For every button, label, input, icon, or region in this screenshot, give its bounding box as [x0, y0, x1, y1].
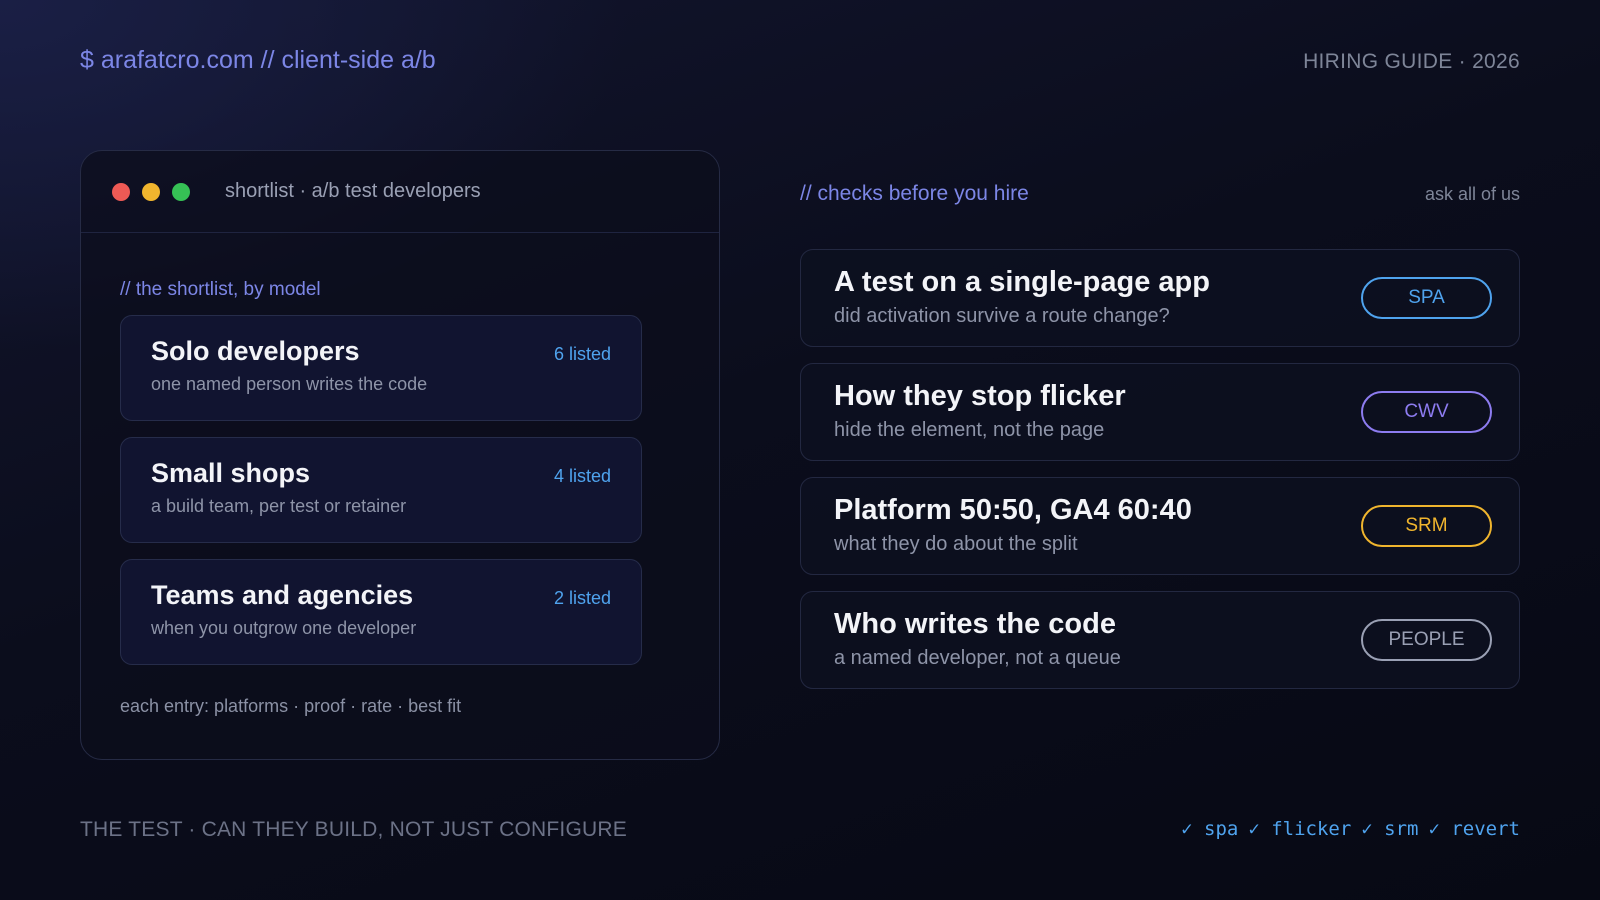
check-card-split[interactable]: Platform 50:50, GA4 60:40 what they do a…	[800, 477, 1520, 575]
check-card-flicker[interactable]: How they stop flicker hide the element, …	[800, 363, 1520, 461]
check-title: Who writes the code	[834, 608, 1116, 640]
model-subtitle: one named person writes the code	[151, 374, 428, 394]
tag-pill-srm[interactable]: SRM	[1361, 505, 1492, 547]
shortlist-window: shortlist · a/b test developers // the s…	[80, 150, 720, 760]
tag-pill-people[interactable]: PEOPLE	[1361, 619, 1492, 661]
checks-section-label: // checks before you hire	[800, 182, 1029, 205]
check-subtitle: hide the element, not the page	[834, 419, 1105, 441]
check-item-srm: ✓ srm	[1361, 818, 1419, 840]
tag-pill-cwv[interactable]: CWV	[1361, 391, 1492, 433]
check-subtitle: what they do about the split	[834, 533, 1078, 555]
check-title: Platform 50:50, GA4 60:40	[834, 494, 1192, 526]
tag-pill-spa[interactable]: SPA	[1361, 277, 1492, 319]
check-title: How they stop flicker	[834, 380, 1126, 412]
check-item-flicker: ✓ flicker	[1248, 818, 1352, 840]
check-item-revert: ✓ revert	[1428, 818, 1520, 840]
minimize-dot-icon[interactable]	[142, 182, 160, 201]
model-title: Solo developers	[151, 336, 360, 366]
guide-label: HIRING GUIDE · 2026	[1303, 50, 1520, 73]
model-count-link[interactable]: 6 listed	[554, 344, 611, 365]
entry-fields-note: each entry: platforms · proof · rate · b…	[120, 696, 462, 716]
check-title: A test on a single-page app	[834, 266, 1210, 298]
site-breadcrumb: $ arafatcro.com // client-side a/b	[80, 46, 436, 74]
maximize-dot-icon[interactable]	[172, 182, 190, 201]
model-subtitle: when you outgrow one developer	[151, 618, 417, 638]
model-card-teams-agencies[interactable]: Teams and agencies when you outgrow one …	[120, 559, 642, 665]
window-titlebar: shortlist · a/b test developers	[81, 151, 719, 233]
footer-tagline: THE TEST · CAN THEY BUILD, NOT JUST CONF…	[80, 818, 627, 841]
check-item-spa: ✓ spa	[1181, 818, 1239, 840]
model-card-solo[interactable]: Solo developers one named person writes …	[120, 315, 642, 421]
model-count-link[interactable]: 2 listed	[554, 588, 611, 609]
model-count-link[interactable]: 4 listed	[554, 466, 611, 487]
shortlist-section-label: // the shortlist, by model	[120, 279, 321, 300]
window-title: shortlist · a/b test developers	[225, 180, 481, 202]
check-subtitle: a named developer, not a queue	[834, 647, 1121, 669]
check-card-people[interactable]: Who writes the code a named developer, n…	[800, 591, 1520, 689]
footer-checklist: ✓ spa ✓ flicker ✓ srm ✓ revert	[1181, 818, 1520, 840]
model-title: Teams and agencies	[151, 580, 414, 610]
model-subtitle: a build team, per test or retainer	[151, 496, 407, 516]
check-subtitle: did activation survive a route change?	[834, 305, 1170, 327]
model-title: Small shops	[151, 458, 311, 488]
check-card-spa[interactable]: A test on a single-page app did activati…	[800, 249, 1520, 347]
model-card-small-shops[interactable]: Small shops a build team, per test or re…	[120, 437, 642, 543]
checks-aside: ask all of us	[1424, 184, 1520, 204]
close-dot-icon[interactable]	[112, 182, 130, 201]
